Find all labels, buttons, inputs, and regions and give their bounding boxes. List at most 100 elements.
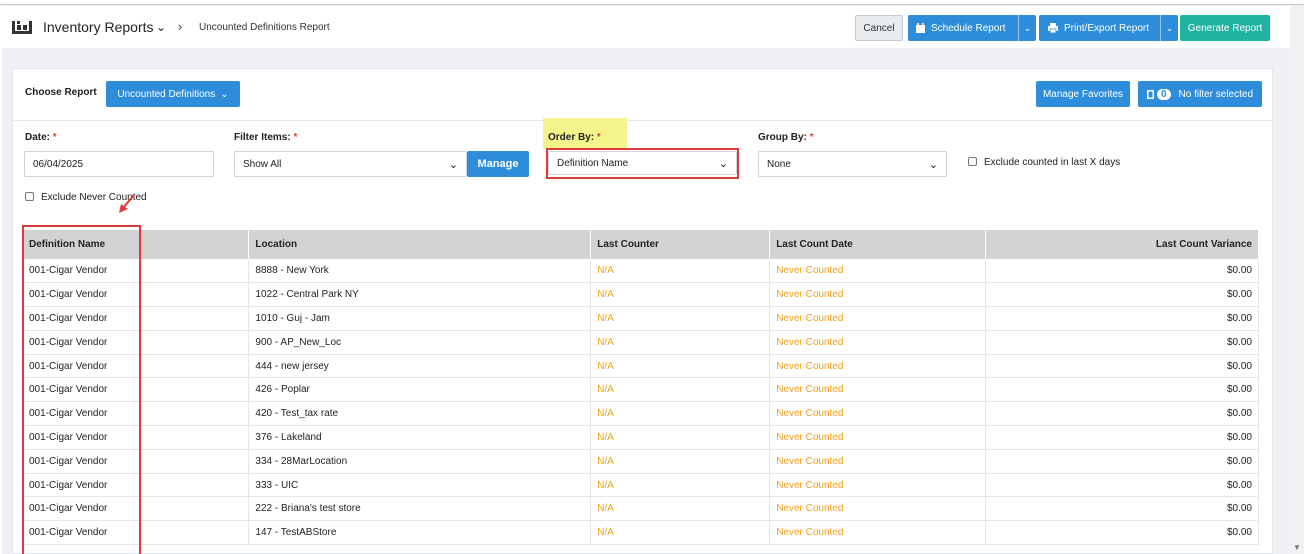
table-cell: $0.00	[985, 401, 1259, 427]
table-cell: $0.00	[985, 306, 1259, 331]
table-row[interactable]: 001-Cigar Vendor 8888 - New York N/A Never …	[23, 259, 1259, 284]
table-row[interactable]: 001-Cigar Vendor 900 - AP_New_Loc N/A Never…	[23, 330, 1259, 355]
table-cell: 1022 - Central Park NY	[248, 282, 592, 308]
table-cell: Never Counted	[769, 306, 987, 331]
inventory-report-icon	[12, 21, 32, 34]
table-cell: Never Counted	[769, 282, 987, 308]
required-mark: *	[809, 132, 814, 143]
filter-items-value: Show All	[243, 158, 282, 170]
table-row[interactable]: 001-Cigar Vendor 420 - Test_tax rate N/A Ne…	[23, 401, 1259, 427]
app-title[interactable]: Inventory Reports	[43, 19, 154, 35]
printer-icon	[1048, 23, 1058, 33]
table-cell: Never Counted	[769, 377, 987, 403]
table-cell: N/A	[590, 282, 771, 308]
table-cell: 147 - TestABStore	[248, 520, 592, 546]
table-cell: Never Counted	[769, 401, 987, 427]
column-header[interactable]: Last Counter	[590, 230, 771, 259]
filter-items-select[interactable]: Show All ⌄	[234, 151, 467, 177]
scroll-down-icon[interactable]: ▼	[1293, 543, 1301, 552]
table-cell: 222 - Briana's test store	[248, 496, 592, 522]
print-label: Print/Export Report	[1064, 22, 1150, 34]
table-row[interactable]: 001-Cigar Vendor 376 - Lakeland N/A Never C…	[23, 425, 1259, 450]
table-row[interactable]: 001-Cigar Vendor 1010 - Guj - Jam N/A Never…	[23, 306, 1259, 331]
schedule-label: Schedule Report	[931, 22, 1006, 34]
chevron-down-icon[interactable]: ⌄	[156, 20, 166, 34]
table-cell: N/A	[590, 520, 771, 546]
manage-button[interactable]: Manage	[467, 151, 529, 177]
table-cell: Never Counted	[769, 259, 987, 284]
order-by-label-text: Order By:	[548, 132, 595, 143]
report-table: Definition Name Location Last Counter Last …	[23, 230, 1259, 546]
exclude-counted-checkbox[interactable]	[968, 157, 977, 166]
table-cell: $0.00	[985, 520, 1259, 546]
table-cell: 900 - AP_New_Loc	[248, 330, 592, 355]
choose-report-label: Choose Report	[25, 87, 97, 98]
manage-favorites-label: Manage Favorites	[1042, 88, 1124, 100]
table-row[interactable]: 001-Cigar Vendor 444 - new jersey N/A Never…	[23, 354, 1259, 379]
date-label-text: Date:	[25, 132, 51, 143]
table-cell: $0.00	[985, 259, 1259, 284]
table-cell: 334 - 28MarLocation	[248, 449, 592, 474]
table-row[interactable]: 001-Cigar Vendor 222 - Briana's test stor…	[23, 496, 1259, 522]
selected-report-label: Uncounted Definitions	[117, 88, 216, 100]
table-cell: 376 - Lakeland	[248, 425, 592, 450]
table-row[interactable]: 001-Cigar Vendor 426 - Poplar N/A Never Cou…	[23, 377, 1259, 403]
table-cell: $0.00	[985, 354, 1259, 379]
annotation-arrow-icon	[119, 194, 135, 213]
table-cell: $0.00	[985, 330, 1259, 355]
chevron-down-icon: ⌄	[448, 159, 458, 171]
filter-items-label-text: Filter Items:	[234, 132, 291, 143]
cancel-button[interactable]: Cancel	[855, 15, 903, 41]
table-cell: 8888 - New York	[248, 259, 592, 284]
cancel-label: Cancel	[863, 22, 895, 34]
table-cell: $0.00	[985, 496, 1259, 522]
generate-report-button[interactable]: Generate Report	[1180, 15, 1270, 41]
table-row[interactable]: 001-Cigar Vendor 334 - 28MarLocation N/A Ne…	[23, 449, 1259, 474]
table-cell: Never Counted	[769, 496, 987, 522]
table-row[interactable]: 001-Cigar Vendor 147 - TestABStore N/A Neve…	[23, 520, 1259, 546]
chevron-down-icon[interactable]: ⌄	[1160, 15, 1178, 41]
breadcrumb: Uncounted Definitions Report	[199, 22, 330, 33]
table-cell: N/A	[590, 449, 771, 474]
calendar-icon	[916, 23, 925, 33]
page-scrollbar[interactable]: ▼	[1290, 5, 1304, 554]
table-cell: 333 - UIC	[248, 473, 592, 498]
schedule-report-button[interactable]: Schedule Report ⌄	[908, 15, 1036, 41]
report-panel: Choose Report Uncounted Definitions ⌄ Ma…	[12, 68, 1273, 554]
required-mark: *	[596, 132, 601, 143]
generate-label: Generate Report	[1187, 22, 1263, 34]
manage-label: Manage	[477, 158, 519, 170]
column-header[interactable]: Location	[248, 230, 592, 259]
table-cell: Never Counted	[769, 354, 987, 379]
chevron-down-icon[interactable]: ⌄	[1018, 15, 1036, 41]
table-body: 001-Cigar Vendor 8888 - New York N/A Never …	[23, 259, 1259, 546]
required-mark: *	[293, 132, 298, 143]
exclude-counted-label: Exclude counted in last X days	[984, 157, 1121, 168]
table-row[interactable]: 001-Cigar Vendor 1022 - Central Park NY N/…	[23, 282, 1259, 308]
table-cell: $0.00	[985, 425, 1259, 450]
order-by-annotation-box	[546, 148, 739, 179]
table-cell: N/A	[590, 377, 771, 403]
filter-icon	[1146, 89, 1154, 99]
definition-name-annotation-box	[22, 225, 141, 554]
table-cell: $0.00	[985, 282, 1259, 308]
table-cell: 1010 - Guj - Jam	[248, 306, 592, 331]
table-cell: N/A	[590, 496, 771, 522]
column-header[interactable]: Last Count Date	[769, 230, 987, 259]
window-top-edge	[0, 0, 1304, 5]
group-by-select[interactable]: None ⌄	[758, 151, 947, 177]
column-header[interactable]: Last Count Variance	[985, 230, 1259, 259]
choose-report-dropdown[interactable]: Uncounted Definitions ⌄	[106, 81, 240, 107]
manage-favorites-button[interactable]: Manage Favorites	[1036, 81, 1130, 107]
table-cell: N/A	[590, 354, 771, 379]
table-cell: N/A	[590, 330, 771, 355]
date-label: Date: *	[25, 132, 57, 143]
filter-status-button[interactable]: 0 No filter selected	[1138, 81, 1262, 107]
date-input[interactable]: 06/04/2025	[24, 151, 214, 177]
exclude-never-counted-checkbox[interactable]	[25, 192, 34, 201]
print-export-button[interactable]: Print/Export Report ⌄	[1039, 15, 1178, 41]
table-cell: Never Counted	[769, 449, 987, 474]
table-header-row: Definition Name Location Last Counter Last …	[23, 230, 1259, 259]
table-row[interactable]: 001-Cigar Vendor 333 - UIC N/A Never Counte…	[23, 473, 1259, 498]
chevron-right-icon: ›	[178, 19, 183, 34]
